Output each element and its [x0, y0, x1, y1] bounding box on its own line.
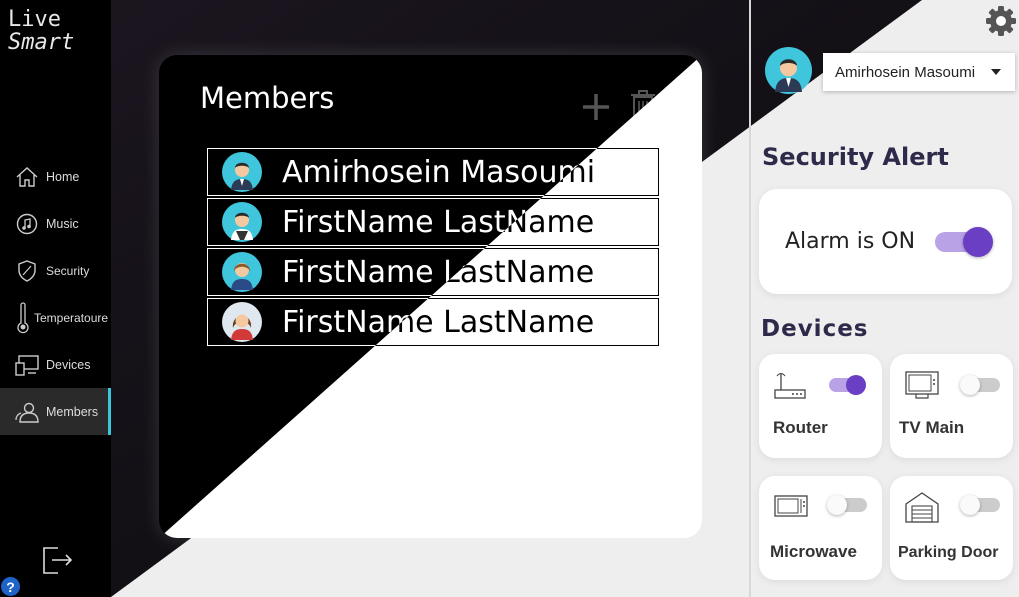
panel-divider	[749, 0, 751, 597]
woman-red-avatar-icon	[222, 302, 262, 342]
logo-line-1: Live	[8, 7, 61, 32]
home-icon	[14, 164, 40, 190]
sidebar-item-label: Music	[46, 216, 79, 231]
microwave-toggle[interactable]	[827, 495, 867, 515]
man-suit-avatar-icon	[222, 152, 262, 192]
microwave-icon	[774, 495, 808, 517]
sidebar-item-home[interactable]: Home	[0, 153, 111, 200]
sidebar-item-music[interactable]: Music	[0, 200, 111, 247]
user-select-dropdown[interactable]: Amirhosein Masoumi	[823, 53, 1015, 91]
sidebar-item-label: Members	[46, 404, 99, 419]
man-vest-avatar-icon	[222, 202, 262, 242]
sidebar-item-security[interactable]: Security	[0, 247, 111, 294]
shield-icon	[14, 258, 40, 284]
sidebar-item-label: Security	[46, 263, 90, 278]
members-card: Members Amirhosein Masoumi FirstName Las…	[159, 55, 702, 538]
music-icon	[14, 211, 40, 237]
devices-icon	[14, 352, 40, 378]
security-alert-title: Security Alert	[762, 143, 949, 171]
device-card-parking-door[interactable]: Parking Door	[890, 476, 1013, 580]
sidebar-nav: Home Music Security Temperatoure Devices	[0, 153, 111, 435]
member-name: Amirhosein Masoumi	[282, 154, 596, 190]
device-label: Parking Door	[898, 544, 999, 561]
sidebar-item-label: Temperatoure	[34, 310, 109, 325]
sidebar-item-label: Home	[46, 169, 80, 184]
user-select-value: Amirhosein Masoumi	[835, 63, 976, 81]
logout-icon[interactable]	[40, 543, 74, 577]
sidebar-item-devices[interactable]: Devices	[0, 341, 111, 388]
device-card-tv-main[interactable]: TV Main	[890, 354, 1013, 458]
router-toggle[interactable]	[829, 375, 866, 395]
chevron-down-icon	[991, 69, 1001, 75]
devices-title: Devices	[761, 316, 869, 342]
help-button[interactable]: ?	[1, 577, 20, 596]
members-icon	[14, 399, 40, 425]
sidebar-item-label: Devices	[46, 357, 91, 372]
members-title: Members	[200, 81, 335, 115]
user-avatar[interactable]	[765, 47, 812, 94]
tv-icon	[905, 371, 939, 399]
logo-line-2: Smart	[8, 30, 75, 55]
device-label: Microwave	[770, 542, 857, 561]
tv-main-toggle[interactable]	[960, 375, 1000, 395]
settings-gear-icon[interactable]	[985, 5, 1017, 37]
add-member-icon[interactable]	[580, 91, 612, 123]
parking-door-toggle[interactable]	[960, 495, 1000, 515]
alarm-label: Alarm is ON	[785, 229, 916, 254]
alarm-toggle[interactable]	[935, 227, 993, 257]
router-icon	[774, 372, 806, 399]
app-logo: Live Smart	[8, 8, 74, 54]
thermometer-icon	[14, 301, 32, 333]
device-card-microwave[interactable]: Microwave	[759, 476, 882, 580]
sidebar-item-temperature[interactable]: Temperatoure	[0, 294, 111, 341]
garage-icon	[905, 492, 939, 523]
woman-avatar-icon	[222, 252, 262, 292]
device-card-router[interactable]: Router	[759, 354, 882, 458]
alarm-card: Alarm is ON	[759, 189, 1012, 294]
device-label: Router	[773, 418, 828, 437]
sidebar-item-members[interactable]: Members	[0, 388, 111, 435]
sidebar: Live Smart Home Music Security Temperato…	[0, 0, 111, 597]
device-label: TV Main	[899, 418, 965, 437]
